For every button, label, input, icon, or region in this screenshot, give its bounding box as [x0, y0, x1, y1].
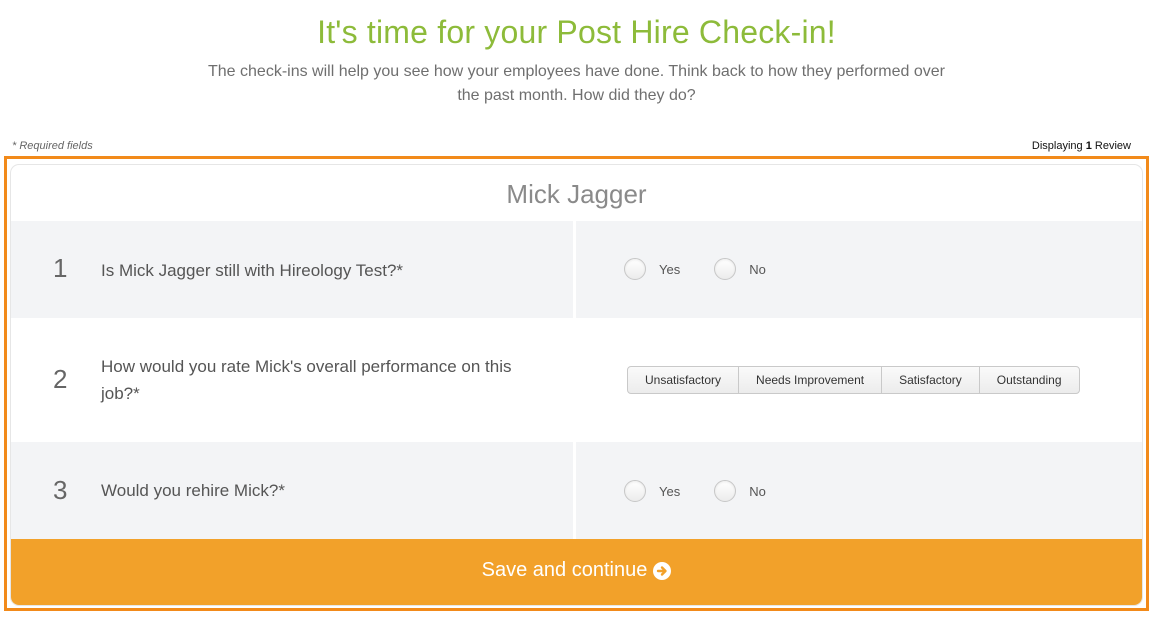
save-button-label: Save and continue	[481, 559, 648, 581]
rating-satisfactory-button[interactable]: Satisfactory	[882, 367, 980, 393]
radio-label: No	[749, 483, 766, 499]
question-number: 2	[53, 364, 68, 394]
review-count-suffix: Review	[1094, 140, 1131, 152]
still-employed-radio-group: Yes No	[624, 258, 800, 280]
rehire-yes-option[interactable]: Yes	[624, 480, 680, 502]
review-count-prefix: Displaying	[1031, 140, 1083, 152]
radio-label: Yes	[659, 261, 681, 277]
question-row: 1 Is Mick Jagger still with Hireology Te…	[11, 221, 1142, 318]
radio-button[interactable]	[714, 258, 737, 280]
page-subtitle: The check-ins will help you see how your…	[208, 63, 945, 104]
radio-button[interactable]	[624, 258, 646, 280]
rehire-no-option[interactable]: No	[714, 480, 766, 502]
still-employed-yes-option[interactable]: Yes	[624, 258, 680, 280]
radio-label: No	[749, 261, 766, 277]
question-text: Would you rehire Mick?*	[101, 481, 285, 500]
save-and-continue-button[interactable]: Save and continue	[11, 539, 1142, 605]
radio-label: Yes	[659, 483, 681, 499]
page-title: It's time for your Post Hire Check-in!	[317, 14, 836, 50]
rating-outstanding-button[interactable]: Outstanding	[980, 367, 1079, 393]
question-text: How would you rate Mick's overall perfor…	[101, 357, 512, 403]
performance-rating-group: Unsatisfactory Needs Improvement Satisfa…	[627, 366, 1080, 394]
question-row: 2 How would you rate Mick's overall perf…	[11, 318, 1142, 442]
question-number: 1	[53, 253, 68, 283]
rating-needs-improvement-button[interactable]: Needs Improvement	[739, 367, 883, 393]
rehire-radio-group: Yes No	[624, 480, 800, 502]
review-count-number: 1	[1085, 140, 1092, 152]
review-card: Mick Jagger 1 Is Mick Jagger still with …	[11, 165, 1142, 605]
review-count: Displaying 1 Review	[1032, 140, 1131, 152]
required-fields-note: * Required fields	[12, 140, 93, 152]
question-row: 3 Would you rehire Mick?* Yes No	[11, 442, 1142, 539]
question-text: Is Mick Jagger still with Hireology Test…	[101, 261, 404, 280]
still-employed-no-option[interactable]: No	[714, 258, 766, 280]
arrow-circle-right-icon	[653, 561, 672, 580]
rating-unsatisfactory-button[interactable]: Unsatisfactory	[628, 367, 740, 393]
question-number: 3	[53, 475, 68, 505]
radio-button[interactable]	[714, 480, 737, 502]
employee-name: Mick Jagger	[506, 179, 647, 209]
radio-button[interactable]	[624, 480, 646, 502]
